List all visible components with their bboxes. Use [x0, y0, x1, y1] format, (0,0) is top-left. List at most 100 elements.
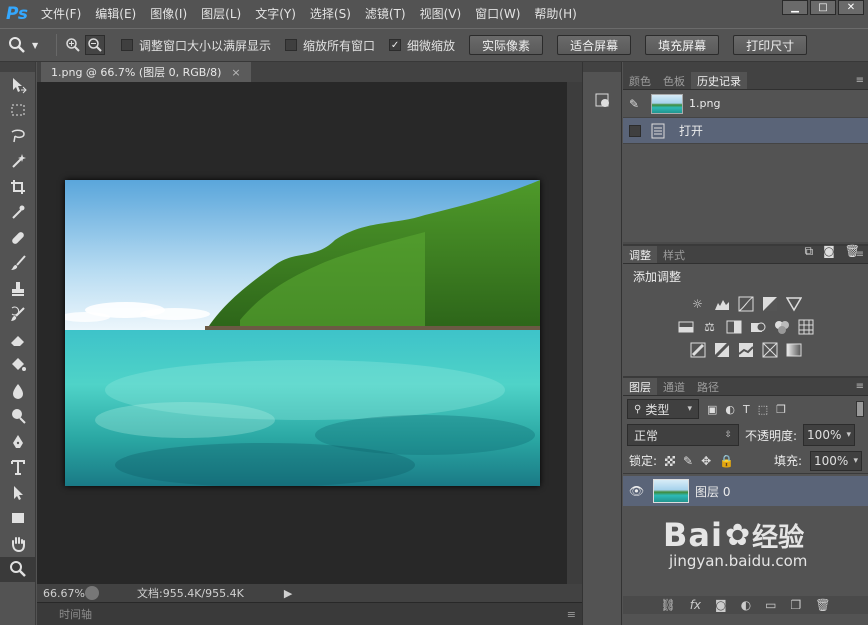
zoom-all-option[interactable]: 缩放所有窗口 [285, 37, 375, 54]
close-button[interactable]: ✕ [838, 0, 864, 15]
brush-tool[interactable] [0, 251, 36, 277]
dock-header[interactable] [623, 62, 868, 72]
black-white-icon[interactable] [725, 318, 743, 336]
vibrance-icon[interactable] [785, 295, 803, 313]
tab-adjustments[interactable]: 调整 [623, 246, 657, 263]
layer-name[interactable]: 图层 0 [695, 483, 730, 500]
hue-saturation-icon[interactable] [677, 318, 695, 336]
threshold-icon[interactable] [737, 341, 755, 359]
hand-tool[interactable] [0, 531, 36, 557]
filter-type-icon[interactable]: T [743, 403, 750, 416]
type-tool[interactable] [0, 455, 36, 481]
eyedropper-tool[interactable] [0, 200, 36, 226]
adjustment-layer-icon[interactable]: ◐ [741, 598, 751, 612]
filter-image-icon[interactable]: ▣ [707, 403, 717, 416]
tab-history[interactable]: 历史记录 [691, 72, 747, 89]
menu-file[interactable]: 文件(F) [34, 0, 88, 28]
magic-wand-tool[interactable] [0, 149, 36, 175]
lasso-tool[interactable] [0, 123, 36, 149]
layer-row[interactable]: 👁 图层 0 [623, 476, 868, 506]
filter-shape-icon[interactable]: ⬚ [758, 403, 768, 416]
marquee-tool[interactable] [0, 98, 36, 124]
canvas[interactable] [37, 82, 567, 584]
camera-icon[interactable]: ◙ [823, 244, 835, 258]
tool-preset-picker[interactable]: ▼ [8, 34, 50, 56]
menu-window[interactable]: 窗口(W) [468, 0, 527, 28]
resize-windows-option[interactable]: 调整窗口大小以满屏显示 [121, 37, 271, 54]
link-icon[interactable]: ⛓ [660, 598, 675, 612]
trash-icon[interactable]: 🗑 [815, 598, 830, 612]
tab-styles[interactable]: 样式 [657, 246, 691, 263]
document-tab[interactable]: 1.png @ 66.7% (图层 0, RGB/8) × [41, 62, 251, 82]
status-menu-arrow-icon[interactable]: ▶ [284, 587, 292, 600]
dock-header[interactable] [583, 62, 621, 72]
selective-color-icon[interactable] [761, 341, 779, 359]
fill-screen-button[interactable]: 填充屏幕 [645, 35, 720, 55]
document-image[interactable] [65, 180, 540, 486]
tab-layers[interactable]: 图层 [623, 378, 657, 395]
vertical-scrollbar[interactable] [567, 82, 582, 584]
chevron-down-icon[interactable]: ▾ [847, 430, 852, 440]
history-brush-tool[interactable] [0, 302, 36, 328]
menu-image[interactable]: 图像(I) [143, 0, 194, 28]
blend-mode-select[interactable]: 正常 ⇳ [627, 424, 739, 446]
menu-filter[interactable]: 滤镜(T) [358, 0, 413, 28]
menu-select[interactable]: 选择(S) [303, 0, 358, 28]
filter-toggle-switch[interactable] [856, 401, 864, 417]
posterize-icon[interactable] [713, 341, 731, 359]
gradient-map-icon[interactable] [785, 341, 803, 359]
layer-thumbnail[interactable] [653, 479, 689, 503]
new-layer-icon[interactable]: ❐ [791, 598, 802, 612]
history-state-checkbox[interactable] [629, 124, 641, 137]
zoom-all-checkbox[interactable] [285, 39, 298, 51]
filter-adjustment-icon[interactable]: ◐ [725, 403, 735, 416]
panel-menu-icon[interactable]: ≡ [856, 249, 864, 260]
lock-all-icon[interactable]: 🔒 [719, 454, 734, 468]
fx-icon[interactable]: fx [690, 598, 701, 612]
mask-icon[interactable]: ◙ [715, 598, 727, 612]
close-tab-icon[interactable]: × [231, 66, 240, 79]
exposure-icon[interactable] [761, 295, 779, 313]
menu-layer[interactable]: 图层(L) [194, 0, 248, 28]
filter-smart-object-icon[interactable]: ❐ [776, 403, 786, 416]
tab-color[interactable]: 颜色 [623, 72, 657, 89]
path-selection-tool[interactable] [0, 480, 36, 506]
new-document-from-state-icon[interactable]: ⧉ [805, 244, 814, 259]
panel-menu-icon[interactable]: ≡ [856, 75, 864, 86]
eraser-tool[interactable] [0, 327, 36, 353]
color-lookup-icon[interactable] [797, 318, 815, 336]
opacity-field[interactable]: 100% ▾ [803, 424, 856, 446]
layer-filter-select[interactable]: ⚲ 类型 ▾ [627, 399, 699, 419]
move-tool[interactable] [0, 72, 36, 98]
rectangle-tool[interactable] [0, 506, 36, 532]
panel-menu-icon[interactable]: ≡ [567, 608, 576, 621]
scrubby-zoom-checkbox[interactable]: ✓ [389, 39, 402, 51]
menu-help[interactable]: 帮助(H) [527, 0, 583, 28]
levels-icon[interactable] [713, 295, 731, 313]
status-share-icon[interactable] [85, 586, 99, 600]
zoom-tool[interactable] [0, 556, 36, 582]
curves-icon[interactable] [737, 295, 755, 313]
zoom-level-field[interactable]: 66.67% [37, 587, 85, 600]
eye-icon[interactable]: 👁 [629, 484, 649, 498]
history-snapshot[interactable]: ✎ 1.png [623, 90, 868, 118]
fill-field[interactable]: 100% ▾ [810, 450, 862, 471]
photo-filter-icon[interactable] [749, 318, 767, 336]
panel-menu-icon[interactable]: ≡ [856, 381, 864, 392]
resize-windows-checkbox[interactable] [121, 39, 133, 51]
crop-tool[interactable] [0, 174, 36, 200]
chevron-down-icon[interactable]: ▾ [853, 456, 858, 466]
menu-edit[interactable]: 编辑(E) [88, 0, 143, 28]
tools-panel-header[interactable] [0, 62, 35, 72]
history-state[interactable]: 打开 [623, 118, 868, 144]
lock-pixels-icon[interactable]: ✎ [683, 454, 693, 468]
lock-transparent-icon[interactable] [665, 455, 676, 466]
tab-channels[interactable]: 通道 [657, 378, 691, 395]
folder-icon[interactable]: ▭ [765, 598, 776, 612]
invert-icon[interactable] [689, 341, 707, 359]
lock-position-icon[interactable]: ✥ [701, 454, 711, 468]
document-size-info[interactable]: 文档:955.4K/955.4K [137, 585, 244, 601]
blur-tool[interactable] [0, 378, 36, 404]
print-size-button[interactable]: 打印尺寸 [733, 35, 808, 55]
zoom-in-button[interactable] [63, 35, 83, 55]
